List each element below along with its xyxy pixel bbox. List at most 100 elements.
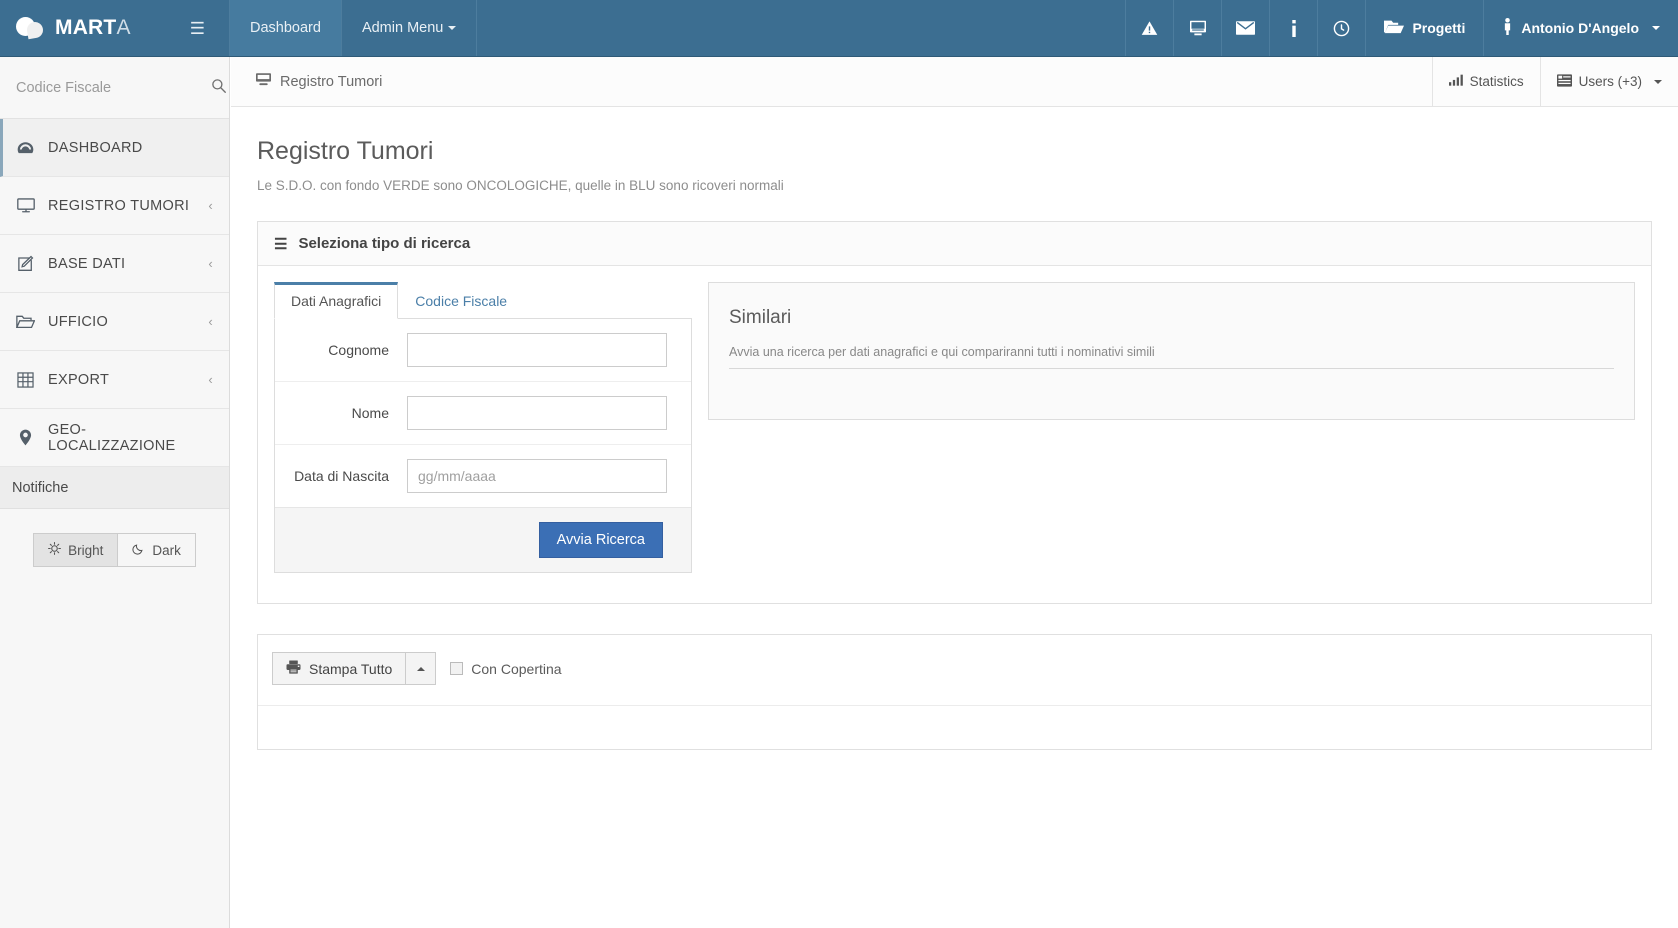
sidebar-item-export-arrow: ‹ <box>208 372 213 387</box>
similari-description: Avvia una ricerca per dati anagrafici e … <box>729 345 1614 369</box>
statistics-button[interactable]: Statistics <box>1432 57 1540 107</box>
nav-user-menu[interactable]: Antonio D'Angelo <box>1483 0 1678 56</box>
nav-item-dashboard[interactable]: Dashboard <box>230 0 342 56</box>
sidebar-search[interactable] <box>0 57 229 119</box>
sun-icon <box>48 542 61 558</box>
nome-input[interactable] <box>407 396 667 430</box>
sidebar: DASHBOARD REGISTRO TUMORI ‹ BASE DATI ‹ … <box>0 57 230 928</box>
theme-dark-button[interactable]: Dark <box>118 533 196 567</box>
search-tabs: Dati Anagrafici Codice Fiscale <box>274 282 692 319</box>
tab-dati-anagrafici[interactable]: Dati Anagrafici <box>274 282 398 319</box>
brand[interactable]: MARTA <box>16 15 131 41</box>
search-input[interactable] <box>14 79 205 97</box>
page-title: Registro Tumori <box>257 137 1678 166</box>
search-type-box-header: ☰ Seleziona tipo di ricerca <box>258 222 1651 266</box>
warning-icon[interactable] <box>1125 0 1173 56</box>
sidebar-item-geo-localizzazione[interactable]: GEO-LOCALIZZAZIONE <box>0 409 229 467</box>
chevron-down-icon <box>448 26 456 30</box>
monitor-icon[interactable] <box>1173 0 1221 56</box>
sidebar-item-ufficio-arrow: ‹ <box>208 314 213 329</box>
info-icon[interactable] <box>1269 0 1317 56</box>
caret-up-icon <box>417 667 425 671</box>
nav-item-admin-menu[interactable]: Admin Menu <box>342 0 477 56</box>
page-header: Registro Tumori Le S.D.O. con fondo VERD… <box>231 107 1678 193</box>
moon-icon <box>132 542 145 558</box>
hamburger-icon[interactable]: ☰ <box>184 16 211 41</box>
notifications-label: Notifiche <box>12 480 68 496</box>
search-type-box: ☰ Seleziona tipo di ricerca Dati Anagraf… <box>257 221 1652 604</box>
search-type-box-body: Dati Anagrafici Codice Fiscale Cognome N… <box>258 266 1651 603</box>
brand-text: MARTA <box>55 16 131 40</box>
breadcrumb: Registro Tumori <box>256 73 382 90</box>
search-type-box-title: Seleziona tipo di ricerca <box>298 235 470 252</box>
con-copertina-label: Con Copertina <box>471 661 561 677</box>
dashboard-icon <box>16 141 35 155</box>
tab-dati-anagrafici-label: Dati Anagrafici <box>291 293 381 309</box>
print-box-body: Stampa Tutto Con Copertina <box>258 635 1651 705</box>
list-alt-icon <box>1557 74 1572 90</box>
cognome-input[interactable] <box>407 333 667 367</box>
similari-panel: Similari Avvia una ricerca per dati anag… <box>708 282 1635 420</box>
similari-title: Similari <box>729 307 1614 329</box>
statistics-label: Statistics <box>1470 74 1524 89</box>
sidebar-item-dashboard[interactable]: DASHBOARD <box>0 119 229 177</box>
navbar-spacer <box>477 0 1125 56</box>
sidebar-item-dashboard-label: DASHBOARD <box>48 140 200 156</box>
search-tabs-wrapper: Dati Anagrafici Codice Fiscale Cognome N… <box>274 282 692 573</box>
sidebar-item-registro-tumori[interactable]: REGISTRO TUMORI ‹ <box>0 177 229 235</box>
form-row-data-nascita: Data di Nascita <box>275 445 691 507</box>
theme-button-group: Bright Dark <box>33 533 196 567</box>
avvia-ricerca-button[interactable]: Avvia Ricerca <box>539 522 663 558</box>
desktop-icon <box>256 73 271 90</box>
top-navbar: MARTA ☰ Dashboard Admin Menu <box>0 0 1678 57</box>
breadcrumb-bar: Registro Tumori Statistics Users (+3) <box>231 57 1678 107</box>
page-subtitle: Le S.D.O. con fondo VERDE sono ONCOLOGIC… <box>257 178 1678 193</box>
brand-light: A <box>116 16 130 39</box>
con-copertina-checkbox-wrapper[interactable]: Con Copertina <box>450 661 561 677</box>
sidebar-item-registro-tumori-arrow: ‹ <box>208 198 213 213</box>
nav-item-admin-menu-label: Admin Menu <box>362 20 443 36</box>
chevron-down-icon <box>1654 80 1662 84</box>
clock-icon[interactable] <box>1317 0 1365 56</box>
envelope-icon[interactable] <box>1221 0 1269 56</box>
nav-item-dashboard-label: Dashboard <box>250 20 321 36</box>
main-content: Registro Tumori Statistics Users (+3) <box>231 57 1678 928</box>
label-nome: Nome <box>275 403 407 423</box>
breadcrumb-label: Registro Tumori <box>280 74 382 90</box>
con-copertina-checkbox[interactable] <box>450 662 463 675</box>
tab-codice-fiscale[interactable]: Codice Fiscale <box>398 282 524 319</box>
marta-logo-icon <box>16 15 46 41</box>
sidebar-item-ufficio-label: UFFICIO <box>48 314 195 330</box>
sidebar-item-base-dati-label: BASE DATI <box>48 256 195 272</box>
brand-bold: MART <box>55 16 116 39</box>
nav-projects-button[interactable]: Progetti <box>1365 0 1483 56</box>
data-nascita-input[interactable] <box>407 459 667 493</box>
monitor-icon <box>16 198 35 213</box>
user-icon <box>1502 18 1513 38</box>
sidebar-item-ufficio[interactable]: UFFICIO ‹ <box>0 293 229 351</box>
print-box-footer <box>258 705 1651 749</box>
users-button[interactable]: Users (+3) <box>1540 57 1678 107</box>
sidebar-item-export[interactable]: EXPORT ‹ <box>0 351 229 409</box>
tab-codice-fiscale-label: Codice Fiscale <box>415 293 507 309</box>
label-cognome: Cognome <box>275 340 407 360</box>
sidebar-item-export-label: EXPORT <box>48 372 195 388</box>
stampa-tutto-label: Stampa Tutto <box>309 661 392 677</box>
label-data-nascita: Data di Nascita <box>275 466 407 486</box>
app-root: MARTA ☰ Dashboard Admin Menu <box>0 0 1678 928</box>
stampa-tutto-button[interactable]: Stampa Tutto <box>272 652 406 685</box>
form-footer: Avvia Ricerca <box>275 507 691 572</box>
sidebar-item-base-dati-arrow: ‹ <box>208 256 213 271</box>
brand-block: MARTA ☰ <box>0 0 230 56</box>
theme-switcher: Bright Dark <box>0 509 229 567</box>
table-icon <box>16 372 35 388</box>
stampa-tutto-dropdown-toggle[interactable] <box>406 652 436 685</box>
form-row-nome: Nome <box>275 382 691 445</box>
folder-icon <box>16 314 35 329</box>
search-icon[interactable] <box>211 78 226 98</box>
theme-bright-button[interactable]: Bright <box>33 533 118 567</box>
sidebar-item-registro-tumori-label: REGISTRO TUMORI <box>48 198 195 214</box>
print-box: Stampa Tutto Con Copertina <box>257 634 1652 750</box>
sidebar-item-base-dati[interactable]: BASE DATI ‹ <box>0 235 229 293</box>
bar-chart-icon <box>1449 74 1463 89</box>
